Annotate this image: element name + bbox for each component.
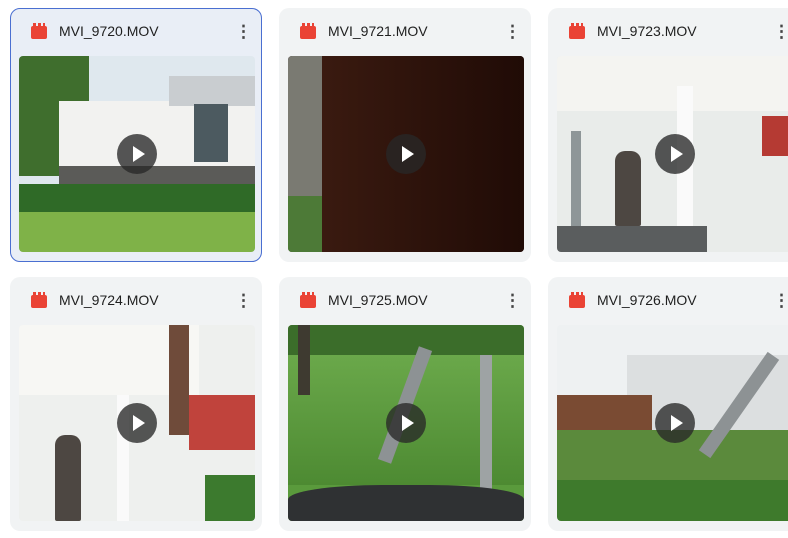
thumbnail-greenery [288,196,322,252]
thumbnail-roof [169,76,255,106]
video-file-icon [569,292,585,308]
video-thumbnail[interactable] [19,56,255,252]
video-file-icon [300,23,316,39]
thumbnail-sink [288,485,524,521]
more-vert-icon[interactable]: ⋮ [504,291,521,311]
video-file-icon [31,23,47,39]
file-name: MVI_9724.MOV [59,292,159,308]
more-vert-icon[interactable]: ⋮ [235,291,252,311]
thumbnail-red-roof [762,116,788,156]
video-thumbnail[interactable] [19,325,255,521]
play-icon[interactable] [117,403,157,443]
file-card[interactable]: MVI_9726.MOV ⋮ [548,277,788,531]
thumbnail-gazebo [557,395,652,435]
thumbnail-eave [169,325,189,435]
file-card[interactable]: MVI_9720.MOV ⋮ [10,8,262,262]
file-card[interactable]: MVI_9724.MOV ⋮ [10,277,262,531]
thumbnail-faucet [571,131,581,236]
video-thumbnail[interactable] [557,325,788,521]
file-name: MVI_9720.MOV [59,23,159,39]
video-thumbnail[interactable] [288,325,524,521]
play-icon[interactable] [386,134,426,174]
video-thumbnail[interactable] [288,56,524,252]
play-icon[interactable] [386,403,426,443]
thumbnail-lawn [557,480,788,521]
file-name: MVI_9725.MOV [328,292,428,308]
file-card-header: MVI_9726.MOV ⋮ [549,278,788,322]
play-icon[interactable] [655,134,695,174]
video-file-icon [300,292,316,308]
thumbnail-person [55,435,81,521]
file-card-header: MVI_9725.MOV ⋮ [280,278,530,322]
thumbnail-lawn [19,212,255,252]
thumbnail-red-roof [189,395,255,450]
thumbnail-tree [288,325,524,355]
more-vert-icon[interactable]: ⋮ [773,22,788,42]
thumbnail-hedge [19,184,255,212]
video-file-icon [31,292,47,308]
video-thumbnail[interactable] [557,56,788,252]
thumbnail-hedge [205,475,255,521]
play-icon[interactable] [655,403,695,443]
more-vert-icon[interactable]: ⋮ [235,22,252,42]
file-card-header: MVI_9721.MOV ⋮ [280,9,530,53]
thumbnail-sink [557,226,707,252]
file-card[interactable]: MVI_9723.MOV ⋮ [548,8,788,262]
thumbnail-window [194,104,228,162]
file-card-header: MVI_9723.MOV ⋮ [549,9,788,53]
file-name: MVI_9726.MOV [597,292,697,308]
thumbnail-trunk [298,325,310,395]
more-vert-icon[interactable]: ⋮ [773,291,788,311]
thumbnail-person [615,151,641,226]
file-card[interactable]: MVI_9721.MOV ⋮ [279,8,531,262]
play-icon[interactable] [117,134,157,174]
file-card-header: MVI_9724.MOV ⋮ [11,278,261,322]
video-file-icon [569,23,585,39]
file-card[interactable]: MVI_9725.MOV ⋮ [279,277,531,531]
file-name: MVI_9721.MOV [328,23,428,39]
thumbnail-ceiling [557,56,788,111]
file-card-header: MVI_9720.MOV ⋮ [11,9,261,53]
more-vert-icon[interactable]: ⋮ [504,22,521,42]
file-name: MVI_9723.MOV [597,23,697,39]
thumbnail-faucet [480,355,492,495]
